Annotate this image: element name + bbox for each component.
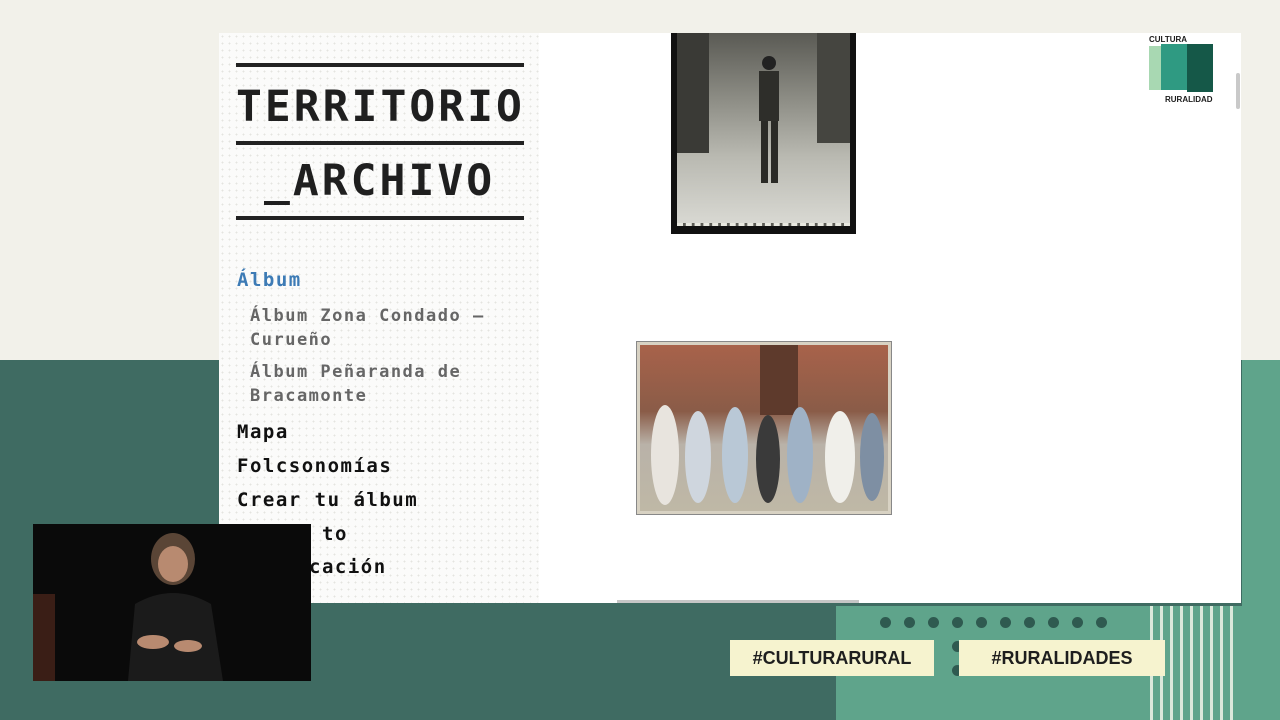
nav-crear-album[interactable]: Crear tu álbum bbox=[237, 489, 418, 511]
nav-album-penaranda[interactable]: Álbum Peñaranda de Bracamonte bbox=[250, 360, 461, 408]
nav-proyecto[interactable]: to bbox=[322, 523, 348, 545]
hashtag-culturarural: #CULTURARURAL bbox=[730, 640, 934, 676]
vertical-scrollbar[interactable] bbox=[1236, 73, 1240, 109]
site-logo-line1[interactable]: TERRITORIO bbox=[236, 86, 525, 129]
nav-sub-label: Bracamonte bbox=[250, 386, 368, 406]
shared-webpage: TERRITORIO _ARCHIVO Álbum Álbum Zona Con… bbox=[219, 33, 1241, 603]
speaker-figure bbox=[33, 524, 311, 681]
speaker-video bbox=[33, 524, 311, 681]
horizontal-scrollbar[interactable] bbox=[617, 600, 859, 603]
nav-participacion[interactable]: cación bbox=[309, 556, 387, 578]
badge-top-word: CULTURA bbox=[1149, 35, 1188, 44]
badge-block-dark bbox=[1187, 44, 1213, 92]
man-standing-figure bbox=[677, 33, 850, 183]
archive-photo-group[interactable] bbox=[636, 341, 892, 515]
site-logo-line2[interactable]: _ARCHIVO bbox=[264, 160, 495, 203]
archive-photo-man-standing[interactable] bbox=[671, 33, 856, 234]
logo-rule-top bbox=[236, 63, 524, 67]
nav-mapa[interactable]: Mapa bbox=[237, 421, 289, 443]
nav-sub-label: Álbum Zona Condado – bbox=[250, 306, 485, 326]
nav-folcsonomias[interactable]: Folcsonomías bbox=[237, 455, 392, 477]
sidebar: TERRITORIO _ARCHIVO Álbum Álbum Zona Con… bbox=[219, 33, 539, 603]
logo-rule-bottom bbox=[236, 216, 524, 220]
hashtag-ruralidades: #RURALIDADES bbox=[959, 640, 1165, 676]
nav-album-zona-condado[interactable]: Álbum Zona Condado – Curueño bbox=[250, 304, 485, 352]
group-figures bbox=[651, 345, 884, 505]
badge-block-mid bbox=[1161, 44, 1189, 90]
background-right-strip bbox=[1242, 360, 1280, 606]
badge-bottom-word: RURALIDAD bbox=[1165, 95, 1213, 104]
nav-sub-label: Curueño bbox=[250, 330, 333, 350]
logo-rule-middle bbox=[236, 141, 524, 145]
nav-album[interactable]: Álbum bbox=[237, 269, 302, 291]
nav-sub-label: Álbum Peñaranda de bbox=[250, 362, 462, 382]
